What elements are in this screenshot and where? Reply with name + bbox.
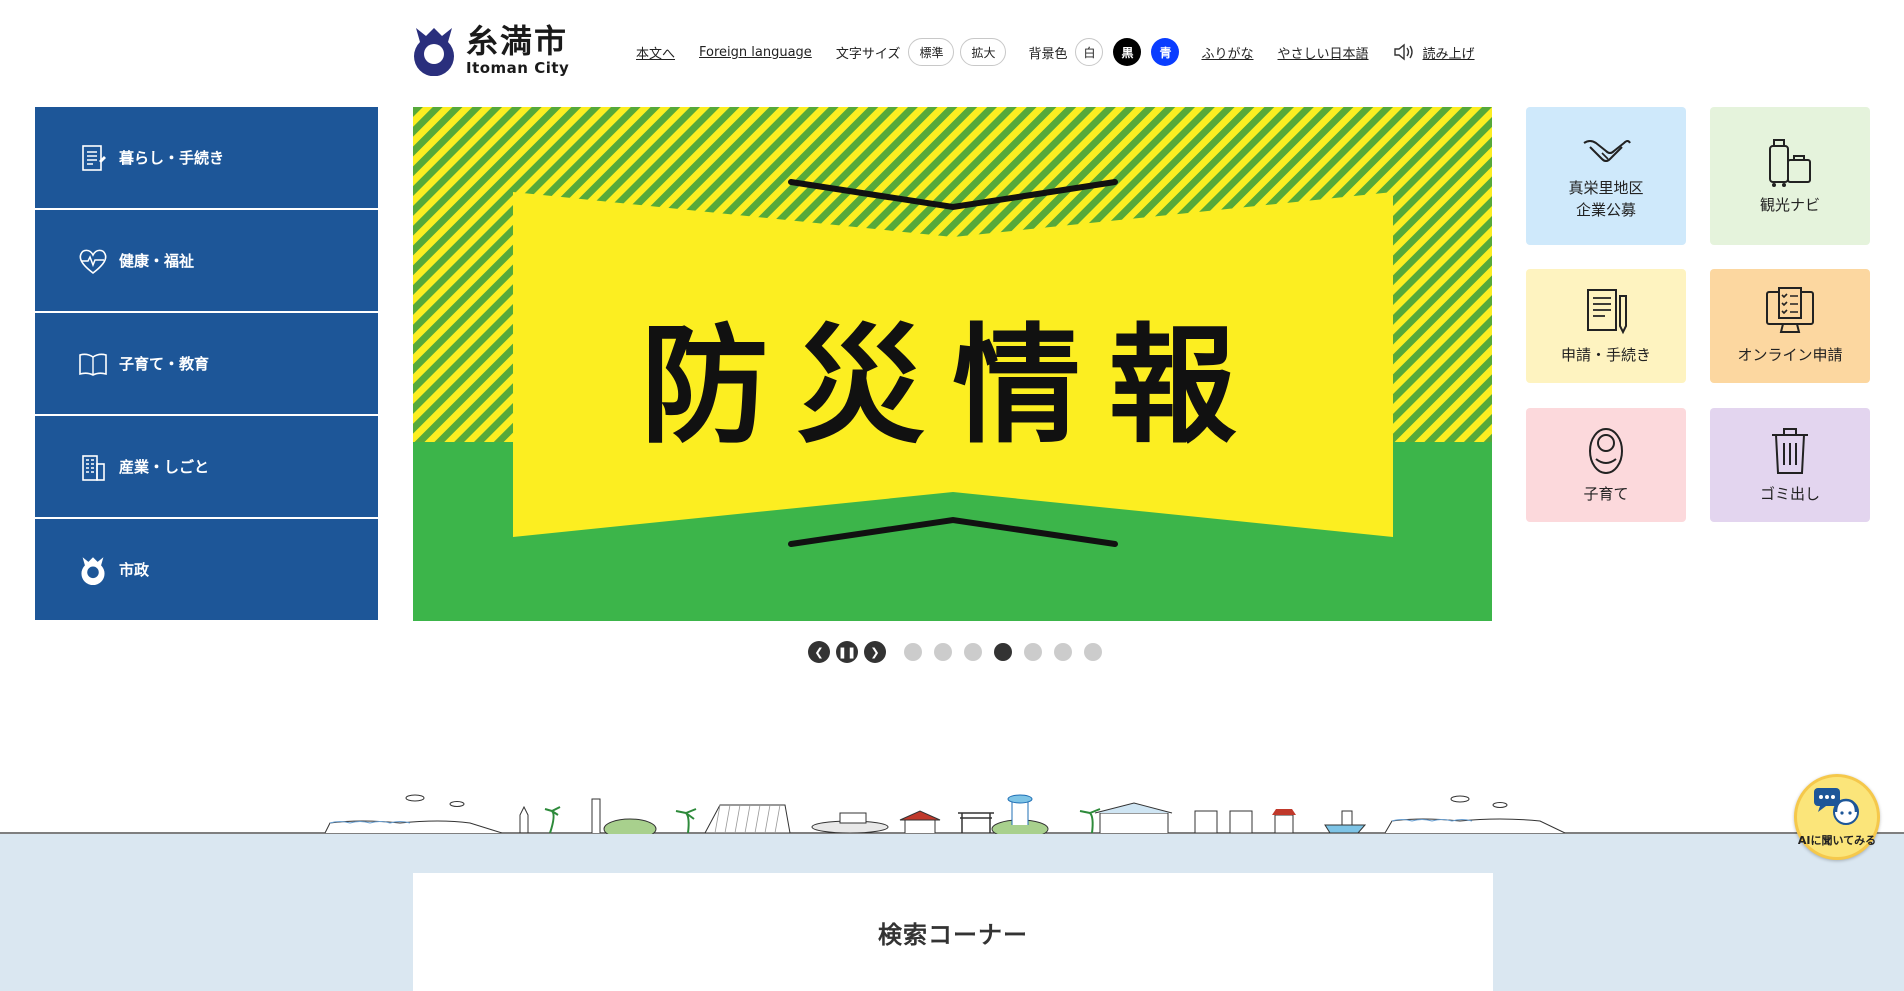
carousel-dot[interactable]	[1054, 643, 1072, 661]
bg-white-button[interactable]: 白	[1075, 38, 1104, 66]
bg-black-button[interactable]: 黒	[1113, 38, 1142, 66]
carousel-dot[interactable]	[904, 643, 922, 661]
menu-item-label: 市政	[119, 561, 150, 579]
book-icon	[77, 348, 109, 380]
city-emblem-icon	[414, 28, 454, 76]
header-nav: 本文へ Foreign language 文字サイズ 標準 拡大 背景色 白 黒…	[636, 38, 1475, 66]
logo-english: Itoman City	[466, 58, 570, 77]
trash-icon	[1772, 427, 1808, 474]
chat-assistant-icon	[1814, 788, 1859, 825]
menu-item-city-government[interactable]: 市政	[35, 519, 378, 620]
menu-item-label: 暮らし・手続き	[119, 149, 225, 167]
tile-tourism[interactable]: 観光ナビ	[1710, 107, 1870, 245]
speaker-icon	[1393, 43, 1413, 61]
menu-item-industry[interactable]: 産業・しごと	[35, 416, 378, 517]
foreign-language-link[interactable]: Foreign language	[699, 45, 812, 60]
skip-to-content-link[interactable]: 本文へ	[636, 43, 675, 62]
carousel-dot[interactable]	[1024, 643, 1042, 661]
menu-item-health[interactable]: 健康・福祉	[35, 210, 378, 311]
background-color-label: 背景色	[1028, 46, 1068, 62]
logo-name: 糸満市	[466, 21, 569, 60]
carousel-pause-button[interactable]: ❚❚	[836, 641, 858, 663]
tile-label-line1: 観光ナビ	[1759, 195, 1820, 214]
site-logo[interactable]: 糸満市 Itoman City	[410, 24, 569, 76]
tile-applications[interactable]: 申請・手続き	[1526, 269, 1686, 383]
tile-label-line1: オンライン申請	[1737, 345, 1843, 364]
page: 糸満市 Itoman City 本文へ Foreign language 文字サ…	[0, 0, 1904, 991]
tile-online-application[interactable]: オンライン申請	[1710, 269, 1870, 383]
furigana-link[interactable]: ふりがな	[1201, 43, 1253, 62]
tile-label-line1: ゴミ出し	[1759, 484, 1820, 503]
carousel-dot[interactable]	[934, 643, 952, 661]
carousel-next-button[interactable]: ❯	[864, 641, 886, 663]
menu-item-living[interactable]: 暮らし・手続き	[35, 107, 378, 208]
menu-item-label: 産業・しごと	[119, 458, 210, 476]
carousel-prev-button[interactable]: ❮	[808, 641, 830, 663]
ai-chat-label: AIに聞いてみる	[1797, 834, 1877, 847]
search-corner-title: 検索コーナー	[878, 921, 1028, 949]
city-skyline-illustration	[0, 794, 1904, 835]
ai-chat-button[interactable]: AIに聞いてみる	[1794, 774, 1880, 860]
baby-icon	[1589, 427, 1623, 474]
document-icon	[77, 142, 109, 174]
luggage-icon	[1769, 138, 1811, 187]
city-emblem-icon	[77, 554, 109, 586]
tile-garbage[interactable]: ゴミ出し	[1710, 408, 1870, 522]
menu-item-childcare[interactable]: 子育て・教育	[35, 313, 378, 414]
hero-banner[interactable]: 防災情報	[413, 107, 1492, 621]
tile-label-line1: 申請・手続き	[1560, 345, 1651, 364]
carousel-dot[interactable]	[964, 643, 982, 661]
left-category-menu: 暮らし・手続き 健康・福祉 子育て・教育 産業・しごと 市政	[35, 107, 378, 622]
menu-item-label: 子育て・教育	[119, 355, 210, 373]
online-form-icon	[1766, 286, 1814, 333]
font-size-large-button[interactable]: 拡大	[960, 38, 1007, 66]
building-icon	[77, 451, 109, 483]
font-size-label: 文字サイズ	[835, 46, 901, 62]
menu-item-label: 健康・福祉	[119, 252, 195, 270]
font-size-standard-button[interactable]: 標準	[908, 38, 955, 66]
search-corner: 検索コーナー	[413, 873, 1493, 991]
tile-childcare[interactable]: 子育て	[1526, 408, 1686, 522]
carousel-dot[interactable]	[994, 643, 1012, 661]
form-pen-icon	[1587, 288, 1627, 334]
tile-label-line1: 子育て	[1583, 484, 1629, 503]
bg-blue-button[interactable]: 青	[1151, 38, 1180, 66]
carousel-controls: ❮ ❚❚ ❯	[808, 641, 1102, 663]
tile-label-line1: 真栄里地区	[1568, 178, 1644, 197]
tile-business-recruitment[interactable]: 真栄里地区 企業公募	[1526, 107, 1686, 245]
heart-pulse-icon	[77, 245, 109, 277]
read-aloud-button[interactable]: 読み上げ	[1393, 42, 1475, 62]
read-aloud-label: 読み上げ	[1422, 46, 1475, 62]
easy-japanese-link[interactable]: やさしい日本語	[1278, 43, 1369, 62]
tile-label-line2: 企業公募	[1575, 201, 1636, 219]
carousel-dot[interactable]	[1084, 643, 1102, 661]
handshake-icon	[1583, 139, 1631, 162]
carousel-dots	[892, 643, 1102, 661]
hero-title: 防災情報	[640, 312, 1265, 461]
